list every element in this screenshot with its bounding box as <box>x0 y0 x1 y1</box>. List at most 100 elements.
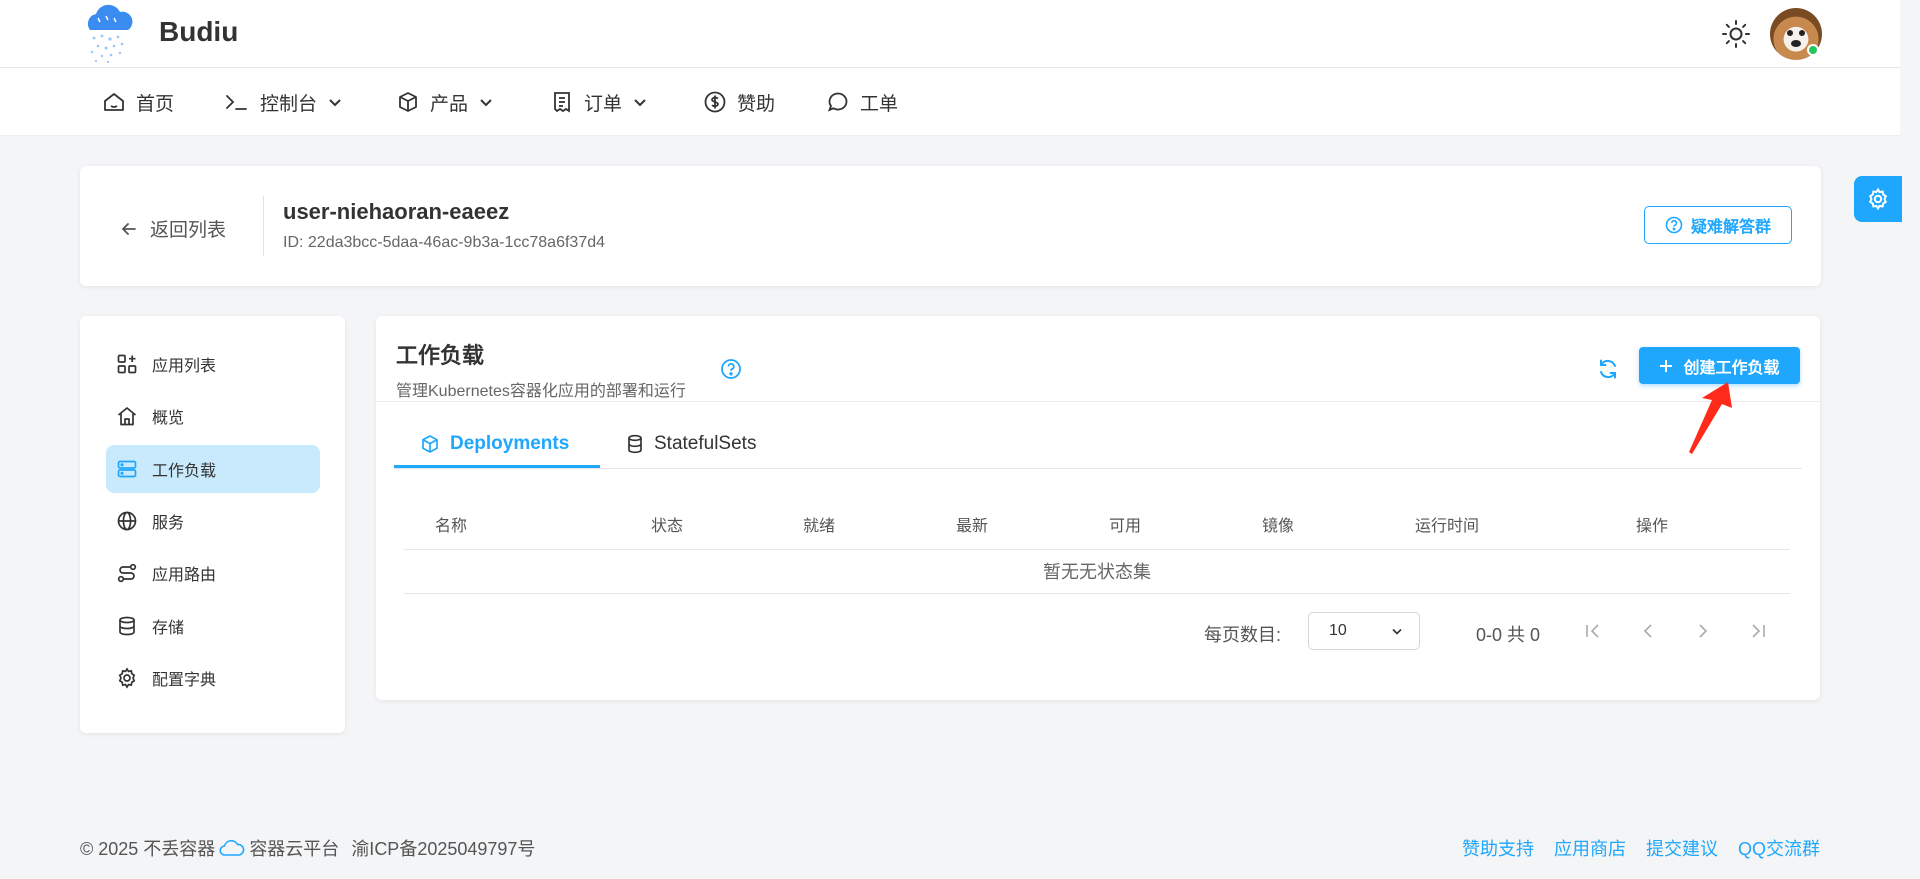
column-header[interactable]: 最新 <box>956 512 988 536</box>
column-header[interactable]: 运行时间 <box>1415 512 1479 536</box>
tab-statefulsets[interactable]: StatefulSets <box>600 420 782 468</box>
sidebar-item-config-map[interactable]: 配置字典 <box>106 654 320 702</box>
main-nav: 首页 控制台 产品 订单 赞助 工单 <box>0 68 1900 136</box>
sidebar-item-label: 应用列表 <box>152 358 217 375</box>
footer-left: © 2025 不丢容器 容器云平台 渝ICP备2025049797号 <box>80 835 535 861</box>
nav-sponsor[interactable]: 赞助 <box>703 68 775 136</box>
footer-links: 赞助支持 应用商店 提交建议 QQ交流群 <box>1462 835 1820 861</box>
first-page-icon <box>1586 624 1599 638</box>
sidebar-item-services[interactable]: 服务 <box>106 497 320 545</box>
nav-products[interactable]: 产品 <box>396 68 494 136</box>
sidebar-item-overview[interactable]: 概览 <box>106 392 320 440</box>
help-circle-icon <box>1665 216 1683 234</box>
sidebar-item-label: 概览 <box>152 410 185 427</box>
help-button-label: 疑难解答群 <box>1690 219 1771 236</box>
annotation-arrow <box>1689 382 1732 454</box>
per-page-label: 每页数目: <box>1204 625 1282 645</box>
tab-label: Deployments <box>450 433 570 454</box>
troubleshoot-group-button[interactable]: 疑难解答群 <box>1644 206 1792 244</box>
last-page-icon <box>1752 624 1765 638</box>
route-icon <box>117 563 137 583</box>
database-icon <box>119 616 135 636</box>
panel-header-divider <box>376 401 1820 402</box>
footer-link-sponsor[interactable]: 赞助支持 <box>1462 835 1534 861</box>
back-label: 返回列表 <box>150 220 227 241</box>
nav-label: 工单 <box>860 93 899 115</box>
empty-state-text: 暂无无状态集 <box>1043 562 1151 582</box>
help-circle-icon[interactable] <box>720 358 742 380</box>
sun-icon[interactable] <box>1720 18 1752 50</box>
nav-console[interactable]: 控制台 <box>224 68 343 136</box>
tab-label: StatefulSets <box>654 433 757 454</box>
plus-icon <box>1660 359 1673 372</box>
home-icon <box>104 93 124 111</box>
cloud-logo[interactable] <box>80 4 136 64</box>
nav-tickets[interactable]: 工单 <box>826 68 898 136</box>
footer-link-qq-group[interactable]: QQ交流群 <box>1738 835 1820 861</box>
create-button-label: 创建工作负载 <box>1683 359 1780 377</box>
database-icon <box>628 434 642 454</box>
nav-label: 赞助 <box>737 93 776 115</box>
refresh-icon[interactable] <box>1596 357 1620 381</box>
settings-float-button[interactable] <box>1854 176 1902 222</box>
header-divider <box>263 196 264 256</box>
gear-icon <box>1868 187 1888 211</box>
sidebar-item-app-routes[interactable]: 应用路由 <box>106 549 320 597</box>
top-header: Budiu <box>0 0 1900 68</box>
chevron-down-icon <box>480 99 492 107</box>
chevron-down-icon <box>634 99 646 107</box>
first-page-button[interactable] <box>1580 618 1606 644</box>
home-icon <box>117 407 137 426</box>
nav-label: 首页 <box>136 93 175 115</box>
back-to-list-link[interactable]: 返回列表 <box>120 215 226 242</box>
panel-subtitle: 管理Kubernetes容器化应用的部署和运行 <box>396 383 686 400</box>
nav-orders[interactable]: 订单 <box>550 68 648 136</box>
column-header[interactable]: 名称 <box>435 512 467 536</box>
next-page-button[interactable] <box>1690 618 1716 644</box>
nav-label: 订单 <box>584 93 623 115</box>
tabs-divider <box>394 468 1802 469</box>
sidebar-item-label: 应用路由 <box>152 567 217 584</box>
nav-home[interactable]: 首页 <box>102 68 174 136</box>
footer-link-feedback[interactable]: 提交建议 <box>1646 835 1718 861</box>
apps-icon <box>117 354 137 374</box>
table-bottom-divider <box>404 593 1790 594</box>
project-header-card <box>80 166 1821 286</box>
tab-deployments[interactable]: Deployments <box>394 420 595 468</box>
project-id: ID: 22da3bcc-5daa-46ac-9b3a-1cc78a6f37d4 <box>283 234 606 251</box>
chevron-right-icon <box>1699 624 1708 638</box>
scrollbar[interactable] <box>1900 0 1920 879</box>
sidebar-item-label: 服务 <box>152 515 185 532</box>
column-header[interactable]: 状态 <box>651 512 683 536</box>
footer-link-app-store[interactable]: 应用商店 <box>1554 835 1626 861</box>
terminal-icon <box>226 95 247 110</box>
brand-name[interactable]: Budiu <box>159 16 238 48</box>
sidebar-item-workload[interactable]: 工作负载 <box>106 445 320 493</box>
last-page-button[interactable] <box>1745 618 1771 644</box>
platform-text: 容器云平台 <box>249 839 340 859</box>
column-header[interactable]: 就绪 <box>803 512 835 536</box>
icp-text[interactable]: 渝ICP备2025049797号 <box>351 835 535 861</box>
per-page-select[interactable]: 10 <box>1308 612 1420 650</box>
globe-icon <box>117 511 137 531</box>
server-icon <box>117 460 137 478</box>
arrow-left-icon <box>121 222 136 235</box>
chevron-down-icon <box>1392 628 1402 635</box>
column-header[interactable]: 镜像 <box>1262 512 1294 536</box>
gear-icon <box>118 667 136 689</box>
sidebar-item-label: 配置字典 <box>152 672 217 689</box>
create-workload-button[interactable]: 创建工作负载 <box>1639 347 1800 384</box>
per-page-value: 10 <box>1329 622 1347 639</box>
cloud-icon <box>219 839 245 856</box>
column-header[interactable]: 可用 <box>1109 512 1141 536</box>
project-name: user-niehaoran-eaeez <box>283 199 510 224</box>
column-header[interactable]: 操作 <box>1636 512 1668 536</box>
nav-label: 控制台 <box>260 93 318 115</box>
online-status-dot <box>1807 44 1819 56</box>
sidebar-item-storage[interactable]: 存储 <box>106 602 320 650</box>
panel-title: 工作负载 <box>396 343 485 368</box>
sidebar-item-app-list[interactable]: 应用列表 <box>106 340 320 388</box>
page-range-text: 0-0 共 0 <box>1476 625 1541 645</box>
prev-page-button[interactable] <box>1635 618 1661 644</box>
box-icon <box>399 92 417 112</box>
